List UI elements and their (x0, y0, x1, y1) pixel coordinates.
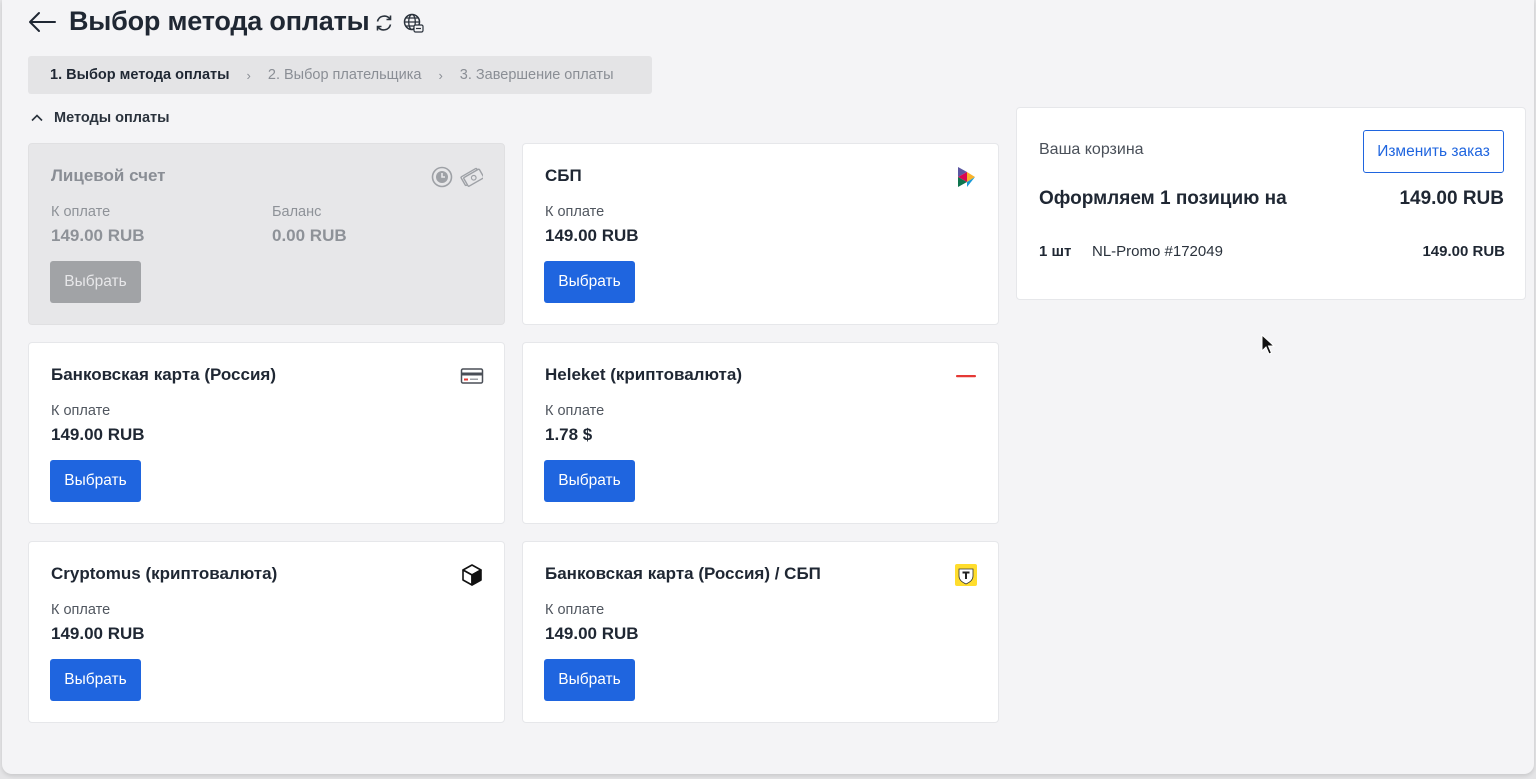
amount-value: 149.00 RUB (545, 624, 639, 643)
section-label: Методы оплаты (54, 110, 170, 126)
method-card-personal-account: Лицевой счет К оплате 149.00 RUB Баланс … (28, 143, 505, 325)
method-title: Банковская карта (Россия) / СБП (545, 564, 821, 583)
tbank-logo-icon (955, 564, 977, 586)
amount-label: К оплате (545, 403, 605, 419)
item-price: 149.00 RUB (1422, 243, 1505, 260)
method-title: СБП (545, 166, 582, 185)
payment-methods-toggle[interactable]: Методы оплаты (30, 110, 170, 126)
select-button[interactable]: Выбрать (50, 659, 141, 701)
money-bills-icon (460, 167, 483, 187)
cart-total: 149.00 RUB (1399, 188, 1504, 209)
bank-card-icon (460, 368, 484, 384)
balance-value: 0.00 RUB (272, 226, 347, 245)
amount-value: 149.00 RUB (51, 226, 145, 245)
breadcrumb-step-1[interactable]: 1. Выбор метода оплаты (50, 67, 230, 83)
item-quantity: 1 шт (1039, 243, 1072, 260)
method-card-sbp: СБП К оплате 149.00 RUB Выбрать (522, 143, 999, 325)
amount-value: 149.00 RUB (545, 226, 639, 245)
amount-label: К оплате (545, 204, 605, 220)
chevron-up-icon (31, 114, 43, 122)
method-title: Cryptomus (криптовалюта) (51, 564, 278, 583)
refresh-icon[interactable] (373, 12, 395, 34)
cart-summary: Оформляем 1 позицию на (1039, 188, 1287, 209)
amount-label: К оплате (545, 602, 605, 618)
method-card-bank-card-sbp: Банковская карта (Россия) / СБП К оплате… (522, 541, 999, 723)
heleket-logo-icon (956, 375, 976, 378)
sbp-logo-icon (958, 167, 975, 187)
method-title: Heleket (криптовалюта) (545, 365, 742, 384)
breadcrumb: 1. Выбор метода оплаты › 2. Выбор плател… (28, 56, 652, 94)
select-button[interactable]: Выбрать (544, 659, 635, 701)
chevron-right-icon: › (438, 67, 443, 83)
method-card-cryptomus: Cryptomus (криптовалюта) К оплате 149.00… (28, 541, 505, 723)
method-card-heleket: Heleket (криптовалюта) К оплате 1.78 $ В… (522, 342, 999, 524)
amount-value: 1.78 $ (545, 425, 593, 444)
cart-item: 1 шт NL-Promo #172049 149.00 RUB (1039, 243, 1505, 263)
cube-icon (462, 564, 482, 586)
edit-order-button[interactable]: Изменить заказ (1363, 130, 1504, 173)
cart-panel: Ваша корзина Изменить заказ Оформляем 1 … (1016, 107, 1526, 300)
method-title: Банковская карта (Россия) (51, 365, 277, 384)
chevron-right-icon: › (246, 67, 251, 83)
select-button[interactable]: Выбрать (544, 460, 635, 502)
select-button[interactable]: Выбрать (544, 261, 635, 303)
balance-label: Баланс (272, 204, 322, 220)
amount-value: 149.00 RUB (51, 425, 145, 444)
amount-label: К оплате (51, 602, 111, 618)
select-button[interactable]: Выбрать (50, 460, 141, 502)
page-title: Выбор метода оплаты (69, 6, 370, 36)
breadcrumb-step-3[interactable]: 3. Завершение оплаты (460, 67, 614, 83)
back-arrow-icon[interactable] (26, 8, 58, 36)
history-clock-icon (431, 166, 453, 188)
amount-value: 149.00 RUB (51, 624, 145, 643)
mouse-cursor-icon (1261, 334, 1275, 355)
method-title: Лицевой счет (51, 166, 166, 185)
amount-label: К оплате (51, 204, 111, 220)
globe-language-icon[interactable] (402, 12, 424, 34)
amount-label: К оплате (51, 403, 111, 419)
breadcrumb-step-2[interactable]: 2. Выбор плательщика (268, 67, 422, 83)
item-name: NL-Promo #172049 (1092, 243, 1223, 260)
app-window: Выбор метода оплаты 1. Выбор метода опла… (2, 0, 1534, 774)
select-button: Выбрать (50, 261, 141, 303)
method-card-bank-card: Банковская карта (Россия) К оплате 149.0… (28, 342, 505, 524)
cart-title: Ваша корзина (1039, 141, 1144, 158)
